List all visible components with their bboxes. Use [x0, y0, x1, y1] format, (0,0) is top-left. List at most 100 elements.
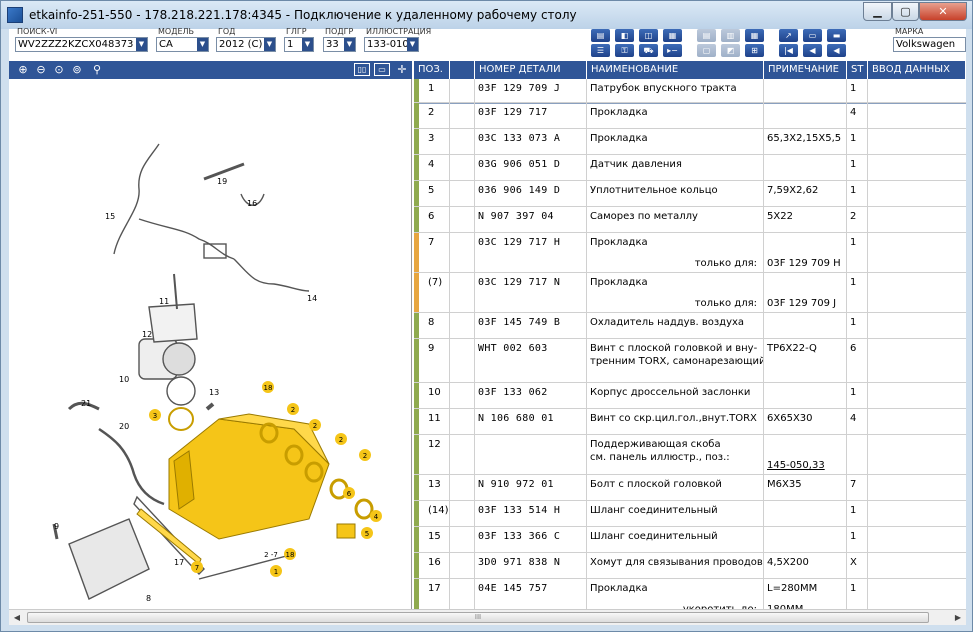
col-blank[interactable] — [450, 61, 475, 79]
scroll-right-icon[interactable]: ▶ — [950, 610, 966, 626]
table-row[interactable]: 7 03C 129 717 H Прокладка только для: 03F 12… — [414, 233, 966, 273]
model-combo[interactable]: CA ▼ — [156, 37, 209, 52]
split-view-icon[interactable]: ▯▯ — [354, 63, 370, 76]
row-part-number[interactable] — [475, 435, 587, 474]
table-row[interactable]: 15 03F 133 366 C Шланг соединительный 1 — [414, 527, 966, 553]
table-row[interactable]: 12 Поддерживающая скоба см. панель иллюстр… — [414, 435, 966, 475]
info-icon[interactable]: ▥ — [721, 29, 740, 42]
table-row[interactable]: 1 03F 129 709 J Патрубок впускного тракта 1 — [414, 79, 966, 104]
row-part-number[interactable]: 3D0 971 838 N — [475, 553, 587, 578]
single-view-icon[interactable]: ▭ — [374, 63, 390, 76]
row-data-entry[interactable] — [868, 435, 966, 474]
table-row[interactable]: 3 03C 133 073 A Прокладка 65,3X2,15X5,5 1 — [414, 129, 966, 155]
row-data-entry[interactable] — [868, 181, 966, 206]
row-data-entry[interactable] — [868, 409, 966, 434]
service-icon[interactable]: ◩ — [721, 44, 740, 57]
row-part-number[interactable]: 04E 145 757 — [475, 579, 587, 609]
row-part-number[interactable]: 03F 133 062 — [475, 383, 587, 408]
audit-icon[interactable]: ▤ — [697, 29, 716, 42]
vehicle-icon[interactable]: ⛟ — [639, 44, 658, 57]
row-part-number[interactable]: 03C 133 073 A — [475, 129, 587, 154]
row-data-entry[interactable] — [868, 383, 966, 408]
key-icon[interactable]: ⚿ — [615, 44, 634, 57]
zoom-fit-icon[interactable]: ⊙ — [51, 62, 67, 78]
first-page-icon[interactable]: |◀ — [779, 44, 798, 57]
minimize-button[interactable]: ▁ — [863, 2, 892, 21]
col-part-number[interactable]: НОМЕР ДЕТАЛИ — [475, 61, 587, 79]
chevron-down-icon[interactable]: ▼ — [302, 38, 313, 51]
print-icon[interactable]: ▤ — [591, 29, 610, 42]
zoom-out-icon[interactable]: ⊖ — [33, 62, 49, 78]
scroll-left-icon[interactable]: ◀ — [9, 610, 25, 626]
row-part-number[interactable]: 03F 145 749 B — [475, 313, 587, 338]
col-name[interactable]: НАИМЕНОВАНИЕ — [587, 61, 764, 79]
row-data-entry[interactable] — [868, 207, 966, 232]
cart-icon[interactable]: ⊞ — [745, 44, 764, 57]
prev-icon[interactable]: ◀ — [827, 44, 846, 57]
row-part-number[interactable]: 03F 129 709 J — [475, 79, 587, 102]
chevron-down-icon[interactable]: ▼ — [197, 38, 208, 51]
row-sub-note[interactable]: 145-050,33 — [767, 460, 825, 471]
chevron-down-icon[interactable]: ▼ — [136, 38, 147, 51]
row-data-entry[interactable] — [868, 527, 966, 552]
brand-field[interactable]: Volkswagen — [893, 37, 966, 52]
row-part-number[interactable]: 03F 133 366 C — [475, 527, 587, 552]
row-part-number[interactable]: WHT 002 603 — [475, 339, 587, 382]
maximize-button[interactable]: ▢ — [892, 2, 919, 21]
row-data-entry[interactable] — [868, 475, 966, 500]
table-row[interactable]: (14) 03F 133 514 H Шланг соединительный 1 — [414, 501, 966, 527]
chevron-down-icon[interactable]: ▼ — [264, 38, 275, 51]
row-data-entry[interactable] — [868, 233, 966, 272]
bookmark-icon[interactable]: ▬ — [827, 29, 846, 42]
horizontal-scrollbar[interactable]: ◀ III ▶ — [9, 609, 966, 625]
row-data-entry[interactable] — [868, 103, 966, 128]
chevron-down-icon[interactable]: ▼ — [344, 38, 355, 51]
col-st[interactable]: ST — [847, 61, 868, 79]
col-data-entry[interactable]: ВВОД ДАННЫХ — [868, 61, 966, 79]
notes-icon[interactable]: ▦ — [663, 29, 682, 42]
row-data-entry[interactable] — [868, 273, 966, 312]
table-row[interactable]: 17 04E 145 757Прокладкаукоротить до:L=280… — [414, 579, 966, 609]
basket-icon[interactable]: ◧ — [615, 29, 634, 42]
table-row[interactable]: 4 03G 906 051 D Датчик давления 1 — [414, 155, 966, 181]
prev-page-icon[interactable]: ◀ — [803, 44, 822, 57]
table-row[interactable]: 8 03F 145 749 B Охладитель наддув. воздуха… — [414, 313, 966, 339]
row-part-number[interactable]: N 910 972 01 — [475, 475, 587, 500]
vin-search-combo[interactable]: WV2ZZZ2KZCX048373 ▼ — [15, 37, 148, 52]
row-part-number[interactable]: N 907 397 04 — [475, 207, 587, 232]
table-row[interactable]: 6 N 907 397 04 Саморез по металлу 5X22 2 — [414, 207, 966, 233]
illustration-combo[interactable]: 133-010 ▼ — [364, 37, 419, 52]
row-part-number[interactable]: 03C 129 717 N — [475, 273, 587, 312]
table-row[interactable]: 2 03F 129 717 Прокладка 4 — [414, 103, 966, 129]
close-button[interactable]: ✕ — [919, 2, 967, 21]
table-row[interactable]: 13 N 910 972 01 Болт с плоской головкой M6X… — [414, 475, 966, 501]
table-row[interactable]: 9 WHT 002 603 Винт с плоской головкой и вн… — [414, 339, 966, 383]
table-row[interactable]: 5 036 906 149 D Уплотнительное кольцо 7,59X… — [414, 181, 966, 207]
table-row[interactable]: 16 3D0 971 838 N Хомут для связывания пров… — [414, 553, 966, 579]
list-icon[interactable]: ☰ — [591, 44, 610, 57]
table-row[interactable]: 11 N 106 680 01 Винт со скр.цил.гол.,внут.… — [414, 409, 966, 435]
zoom-search-icon[interactable]: ⚲ — [89, 62, 105, 78]
part-icon[interactable]: ▢ — [697, 44, 716, 57]
row-data-entry[interactable] — [868, 155, 966, 180]
row-part-number[interactable]: 03C 129 717 H — [475, 233, 587, 272]
chevron-down-icon[interactable]: ▼ — [407, 38, 418, 51]
row-part-number[interactable]: 036 906 149 D — [475, 181, 587, 206]
row-data-entry[interactable] — [868, 579, 966, 609]
row-part-number[interactable]: 03F 129 717 — [475, 103, 587, 128]
row-part-number[interactable]: 03F 133 514 H — [475, 501, 587, 526]
dash-icon[interactable]: ▸− — [663, 44, 682, 57]
move-icon[interactable]: ✛ — [394, 62, 410, 78]
car-icon[interactable]: ◫ — [639, 29, 658, 42]
row-data-entry[interactable] — [868, 313, 966, 338]
subgroup-combo[interactable]: 33 ▼ — [323, 37, 356, 52]
row-data-entry[interactable] — [868, 129, 966, 154]
table-row[interactable]: (7) 03C 129 717 N Прокладка только для: 03F … — [414, 273, 966, 313]
row-data-entry[interactable] — [868, 339, 966, 382]
row-data-entry[interactable] — [868, 501, 966, 526]
col-pos[interactable]: ПОЗ. — [414, 61, 450, 79]
row-part-number[interactable]: 03G 906 051 D — [475, 155, 587, 180]
col-note[interactable]: ПРИМЕЧАНИЕ — [764, 61, 847, 79]
row-part-number[interactable]: N 106 680 01 — [475, 409, 587, 434]
folder-icon[interactable]: ▭ — [803, 29, 822, 42]
